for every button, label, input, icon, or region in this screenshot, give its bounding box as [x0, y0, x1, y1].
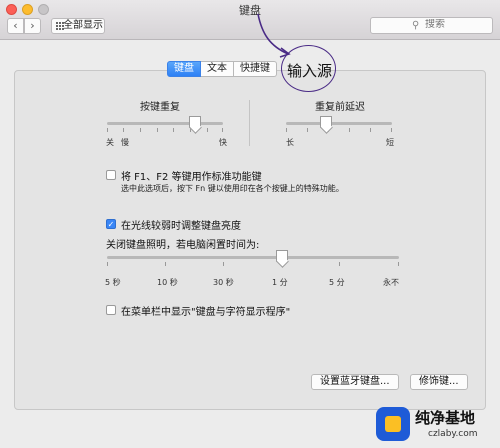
watermark-url: czlaby.com	[428, 429, 478, 439]
chevron-right-icon: ›	[30, 19, 35, 32]
backlight-ticks	[107, 262, 399, 267]
tick-5s: 5 秒	[105, 278, 121, 287]
delay-knob[interactable]	[320, 116, 333, 130]
key-repeat-fast-label: 快	[219, 138, 227, 147]
brightness-label: 在光线较弱时调整键盘亮度	[121, 221, 241, 232]
key-repeat-label: 按键重复	[140, 102, 180, 113]
search-field[interactable]: ⚲	[370, 17, 493, 34]
key-repeat-off-label: 关	[106, 138, 114, 147]
backlight-knob[interactable]	[276, 250, 289, 264]
delay-long-label: 长	[286, 138, 294, 147]
fn-keys-checkbox[interactable]	[106, 170, 116, 180]
search-input[interactable]	[425, 19, 485, 30]
key-repeat-track[interactable]	[107, 122, 223, 125]
menu-bar-label: 在菜单栏中显示"键盘与字符显示程序"	[121, 307, 291, 318]
show-all-label: 全部显示	[63, 20, 103, 31]
tab-shortcuts[interactable]: 快捷键	[234, 61, 277, 77]
watermark-title: 纯净基地	[415, 409, 476, 427]
chevron-left-icon: ‹	[13, 19, 18, 32]
watermark-logo-icon	[376, 407, 410, 441]
delay-short-label: 短	[386, 138, 394, 147]
menu-bar-checkbox[interactable]	[106, 305, 116, 315]
backlight-off-label: 关闭键盘照明，若电脑闲置时间为:	[106, 240, 260, 251]
tick-5m: 5 分	[329, 278, 345, 287]
tab-bar: 键盘 文本 快捷键	[167, 61, 277, 77]
tab-keyboard[interactable]: 键盘	[167, 61, 201, 77]
tick-10s: 10 秒	[157, 278, 178, 287]
search-icon: ⚲	[412, 20, 420, 31]
key-repeat-ticks	[107, 128, 223, 133]
forward-button[interactable]: ›	[24, 18, 41, 34]
delay-label: 重复前延迟	[315, 102, 365, 113]
tab-text[interactable]: 文本	[201, 61, 234, 77]
grid-icon	[56, 22, 64, 30]
watermark: 纯净基地 czlaby.com	[370, 403, 495, 445]
modifier-keys-button[interactable]: 修饰键...	[410, 374, 468, 390]
back-button[interactable]: ‹	[7, 18, 24, 34]
bluetooth-keyboard-button[interactable]: 设置蓝牙键盘...	[311, 374, 399, 390]
brightness-checkbox[interactable]: ✓	[106, 219, 116, 229]
fn-keys-hint: 选中此选项后，按下 Fn 键以使用印在各个按键上的特殊功能。	[121, 184, 344, 193]
tab-input-sources[interactable]: 输入源	[287, 60, 332, 81]
tick-never: 永不	[383, 278, 399, 287]
checkmark-icon: ✓	[107, 220, 115, 229]
delay-ticks	[286, 128, 392, 133]
show-all-button[interactable]: 全部显示	[51, 18, 105, 34]
key-repeat-knob[interactable]	[189, 116, 202, 130]
slider-divider	[249, 100, 250, 146]
key-repeat-slow-label: 慢	[121, 138, 129, 147]
delay-track[interactable]	[286, 122, 392, 125]
backlight-track[interactable]	[107, 256, 399, 259]
tick-1m: 1 分	[272, 278, 288, 287]
fn-keys-label: 将 F1、F2 等键用作标准功能键	[121, 172, 262, 183]
tick-30s: 30 秒	[213, 278, 234, 287]
